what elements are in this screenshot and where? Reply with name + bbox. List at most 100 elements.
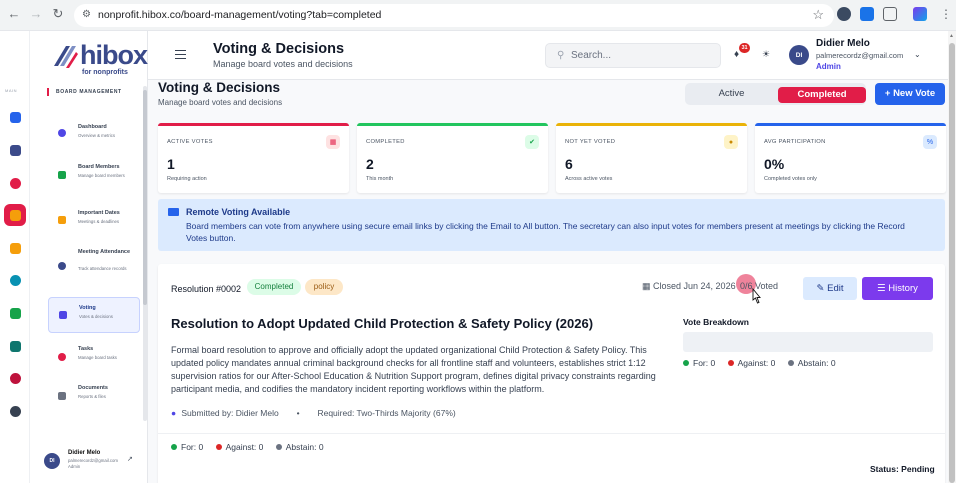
site-info-icon[interactable]: ⚙ bbox=[82, 9, 93, 20]
sidebar-item-tasks[interactable]: Tasks Manage board tasks bbox=[48, 340, 140, 376]
vote-status: Status: Pending bbox=[870, 464, 935, 474]
sidebar-item-desc: Track attendance records bbox=[78, 266, 127, 271]
extension-icon[interactable] bbox=[837, 7, 851, 21]
sidebar-item-important-dates[interactable]: Important Dates Meetings & deadlines bbox=[48, 205, 140, 241]
extensions-puzzle-icon[interactable] bbox=[883, 7, 897, 21]
percent-icon: % bbox=[923, 135, 937, 149]
stat-note: Across active votes bbox=[565, 176, 613, 182]
sidebar-item-label: Dashboard bbox=[78, 124, 107, 130]
logo[interactable]: hibox for nonprofits bbox=[52, 40, 152, 76]
sidebar-item-meeting-attendance[interactable]: Meeting Attendance Track attendance reco… bbox=[48, 244, 140, 280]
sidebar: hibox for nonprofits BOARD MANAGEMENT Da… bbox=[30, 31, 148, 483]
against-count: Against: 0 bbox=[737, 358, 776, 368]
scroll-up-icon[interactable]: ▲ bbox=[949, 33, 954, 39]
vote-tabs: Active Completed bbox=[685, 83, 866, 105]
rail-globe-icon[interactable] bbox=[4, 269, 26, 291]
stat-accent-bar bbox=[158, 123, 349, 126]
mouse-cursor-icon bbox=[752, 288, 761, 304]
page-scrollbar[interactable]: ▲ bbox=[948, 31, 956, 483]
menu-toggle-icon[interactable] bbox=[175, 50, 186, 59]
for-count: For: 0 bbox=[181, 442, 204, 452]
history-button[interactable]: ☰ History bbox=[862, 277, 933, 300]
url-text[interactable]: nonprofit.hibox.co/board-management/voti… bbox=[98, 9, 381, 21]
resolution-description: Formal board resolution to approve and o… bbox=[171, 345, 656, 394]
avatar[interactable]: DI bbox=[789, 45, 809, 65]
rail-home-icon[interactable] bbox=[4, 106, 26, 128]
sidebar-item-desc: Meetings & deadlines bbox=[78, 219, 120, 224]
external-link-icon[interactable]: ↗ bbox=[127, 455, 133, 463]
browser-menu-icon[interactable]: ⋮ bbox=[940, 7, 952, 21]
sidebar-item-desc: Manage board tasks bbox=[78, 355, 117, 360]
resolution-card: Resolution #0002 Completed policy ▦ Clos… bbox=[158, 264, 945, 483]
theme-toggle-icon[interactable]: ☀ bbox=[762, 50, 771, 59]
icon-rail: MAIN bbox=[0, 31, 30, 483]
meta-separator: • bbox=[296, 408, 300, 418]
sidebar-item-label: Voting bbox=[79, 305, 96, 311]
rail-team-icon[interactable] bbox=[4, 335, 26, 357]
sidebar-user[interactable]: DI Didier Melo palmerecordz@gmail.com Ad… bbox=[30, 441, 148, 483]
reload-icon[interactable]: ↻ bbox=[50, 6, 66, 22]
rail-share-icon[interactable] bbox=[4, 302, 26, 324]
stat-value: 6 bbox=[565, 156, 573, 172]
stat-value: 1 bbox=[167, 156, 175, 172]
stat-accent-bar bbox=[755, 123, 946, 126]
users-icon bbox=[58, 171, 66, 179]
header-user-name[interactable]: Didier Melo bbox=[816, 38, 870, 49]
sidebar-scrollbar[interactable] bbox=[143, 86, 147, 421]
new-vote-label: New Vote bbox=[893, 88, 936, 99]
rail-chat-icon[interactable] bbox=[4, 237, 26, 259]
stat-card-avg-participation: AVG PARTICIPATION 0% Completed votes onl… bbox=[755, 123, 946, 193]
stat-note: This month bbox=[366, 176, 394, 182]
rail-network-icon[interactable] bbox=[4, 139, 26, 161]
vote-breakdown-legend: For: 0 Against: 0 Abstain: 0 bbox=[683, 358, 846, 368]
ballot-icon bbox=[59, 311, 67, 319]
new-vote-button[interactable]: + New Vote bbox=[875, 83, 945, 105]
rail-board-icon[interactable] bbox=[4, 204, 26, 226]
closed-date-text: Closed Jun 24, 2026 bbox=[653, 281, 736, 291]
category-badge: policy bbox=[305, 279, 343, 295]
rail-heart-icon[interactable] bbox=[4, 172, 26, 194]
extension-icon[interactable] bbox=[860, 7, 874, 21]
edit-button[interactable]: ✎ Edit bbox=[803, 277, 857, 300]
closed-date: ▦ Closed Jun 24, 2026 bbox=[642, 281, 736, 292]
stat-label: AVG PARTICIPATION bbox=[764, 139, 826, 145]
sidebar-item-desc: Reports & files bbox=[78, 394, 106, 399]
notifications-icon[interactable]: ♦ 31 bbox=[734, 43, 750, 60]
remote-voting-banner: Remote Voting Available Board members ca… bbox=[158, 199, 945, 251]
rail-pie-icon[interactable] bbox=[4, 367, 26, 389]
resolution-title: Resolution to Adopt Updated Child Protec… bbox=[171, 316, 594, 331]
abstain-count: Abstain: 0 bbox=[797, 358, 836, 368]
sidebar-item-board-members[interactable]: Board Members Manage board members bbox=[48, 157, 140, 193]
for-count: For: 0 bbox=[693, 358, 716, 368]
banner-body: Board members can vote from anywhere usi… bbox=[186, 221, 905, 243]
header-title: Voting & Decisions bbox=[213, 41, 345, 57]
sidebar-item-voting[interactable]: Voting Votes & decisions bbox=[48, 297, 140, 333]
sidebar-item-documents[interactable]: Documents Reports & files bbox=[48, 379, 140, 415]
calendar-icon: ▦ bbox=[642, 281, 654, 291]
rail-settings-icon[interactable] bbox=[4, 400, 26, 422]
address-bar[interactable]: ⚙ nonprofit.hibox.co/board-management/vo… bbox=[74, 4, 834, 27]
back-icon[interactable]: ← bbox=[6, 6, 22, 21]
sidebar-item-dashboard[interactable]: Dashboard Overview & metrics bbox=[48, 117, 140, 153]
dashboard-icon bbox=[58, 129, 66, 137]
stat-card-not-yet-voted: NOT YET VOTED 6 Across active votes ● bbox=[556, 123, 747, 193]
status-badge: Completed bbox=[247, 279, 301, 295]
stat-label: COMPLETED bbox=[366, 139, 405, 145]
search-input[interactable]: ⚲ Search... bbox=[545, 43, 721, 68]
logo-mark bbox=[54, 46, 78, 68]
abstain-count: Abstain: 0 bbox=[285, 442, 324, 452]
user-icon: ● bbox=[171, 408, 177, 418]
scrollbar-thumb[interactable] bbox=[949, 43, 955, 483]
user-name: Didier Melo bbox=[68, 450, 101, 456]
search-placeholder: Search... bbox=[571, 50, 612, 61]
profile-icon[interactable] bbox=[913, 7, 927, 21]
chevron-down-icon[interactable]: ⌄ bbox=[914, 50, 921, 59]
tab-completed[interactable]: Completed bbox=[778, 87, 866, 103]
sidebar-section-title: BOARD MANAGEMENT bbox=[56, 89, 122, 95]
banner-title: Remote Voting Available bbox=[186, 207, 291, 217]
submitted-by: Submitted by: Didier Melo bbox=[181, 408, 279, 418]
tab-active[interactable]: Active bbox=[689, 85, 774, 103]
notification-badge: 31 bbox=[739, 43, 750, 53]
bookmark-star-icon[interactable]: ☆ bbox=[812, 7, 824, 23]
forward-icon[interactable]: → bbox=[28, 6, 44, 21]
